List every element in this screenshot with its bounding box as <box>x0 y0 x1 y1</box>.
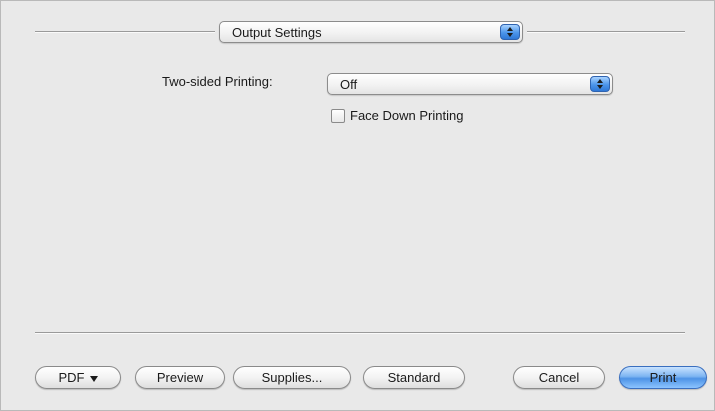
popup-arrows-icon <box>500 24 520 40</box>
popup-arrows-icon <box>590 76 610 92</box>
standard-button[interactable]: Standard <box>363 366 465 389</box>
face-down-checkbox-row[interactable]: Face Down Printing <box>331 108 531 126</box>
panel-menu-label: Output Settings <box>232 25 322 40</box>
supplies-button[interactable]: Supplies... <box>233 366 351 389</box>
panel-menu-popup[interactable]: Output Settings <box>219 21 523 43</box>
dropdown-triangle-icon <box>89 375 98 382</box>
cancel-button[interactable]: Cancel <box>513 366 605 389</box>
face-down-checkbox[interactable] <box>331 109 345 123</box>
two-sided-popup[interactable]: Off <box>327 73 613 95</box>
pdf-button-label: PDF <box>58 370 85 385</box>
two-sided-label: Two-sided Printing: <box>162 74 273 89</box>
pdf-button[interactable]: PDF <box>35 366 121 389</box>
face-down-label: Face Down Printing <box>350 108 464 123</box>
two-sided-value: Off <box>340 77 358 92</box>
divider-left <box>35 31 215 33</box>
print-button[interactable]: Print <box>619 366 707 389</box>
bottom-divider <box>35 332 685 334</box>
divider-right <box>527 31 685 33</box>
preview-button[interactable]: Preview <box>135 366 225 389</box>
print-dialog: Output Settings Two-sided Printing: Off … <box>0 0 715 411</box>
